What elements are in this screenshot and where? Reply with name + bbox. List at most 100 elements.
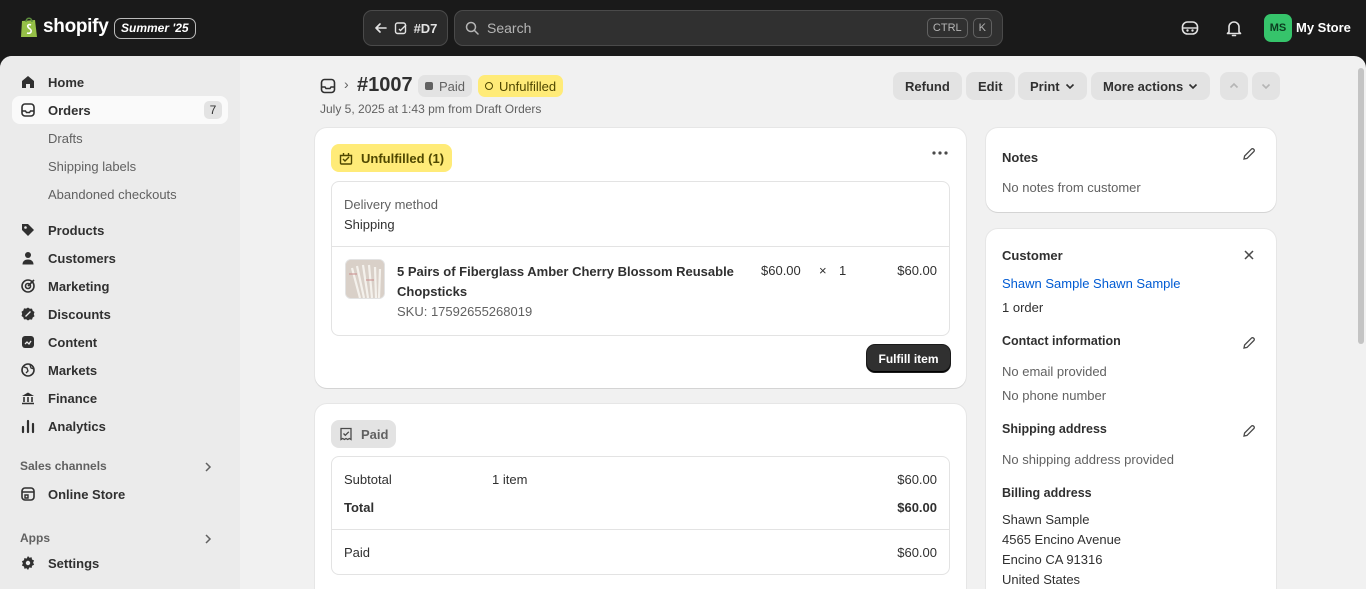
product-title[interactable]: 5 Pairs of Fiberglass Amber Cherry Bloss… — [397, 262, 734, 302]
print-button[interactable]: Print — [1018, 72, 1087, 100]
previous-order-button[interactable] — [1220, 72, 1248, 100]
refund-button[interactable]: Refund — [893, 72, 962, 100]
store-name[interactable]: My Store — [1296, 20, 1351, 35]
shipping-address-title: Shipping address — [1002, 422, 1107, 436]
sidebar-item-marketing[interactable]: Marketing — [12, 272, 228, 300]
delivery-method-value: Shipping — [344, 217, 395, 232]
close-icon[interactable] — [1244, 250, 1254, 260]
billing-city: Encino CA 91316 — [1002, 552, 1103, 567]
no-phone: No phone number — [1002, 388, 1107, 403]
sidebar-item-label: Products — [48, 222, 105, 238]
paid-status-badge: Paid — [418, 75, 473, 97]
line-total: $60.00 — [897, 263, 937, 278]
customer-name-link[interactable]: Shawn Sample Shawn Sample — [1002, 276, 1181, 291]
sidebar-subitem-drafts[interactable]: Drafts — [48, 131, 83, 146]
shopify-logo[interactable]: shopify — [20, 16, 109, 38]
payment-status-label: Paid — [361, 426, 389, 442]
payment-summary: Subtotal 1 item $60.00 Total $60.00 Paid… — [331, 456, 950, 575]
sidekick-icon[interactable] — [1180, 18, 1200, 38]
sidebar-item-customers[interactable]: Customers — [12, 244, 228, 272]
home-icon — [20, 74, 36, 90]
orders-inbox-icon[interactable] — [320, 78, 336, 94]
chevron-down-icon — [1261, 83, 1271, 90]
more-options-icon[interactable] — [932, 150, 948, 156]
tag-icon — [20, 222, 36, 238]
unfulfilled-status-tag: Unfulfilled (1) — [331, 144, 453, 172]
nav-pill-label: #D7 — [413, 20, 438, 36]
target-icon — [20, 278, 36, 294]
person-icon — [20, 250, 36, 266]
sidebar-item-label: Content — [48, 334, 98, 350]
fulfill-item-button[interactable]: Fulfill item — [867, 345, 950, 372]
sidebar-item-markets[interactable]: Markets — [12, 356, 228, 384]
customer-title: Customer — [1002, 248, 1063, 263]
sidebar-item-discounts[interactable]: Discounts — [12, 300, 228, 328]
notes-title: Notes — [1002, 150, 1039, 165]
fulfillment-status-label: Unfulfilled (1) — [361, 150, 445, 166]
sidebar-item-label: Settings — [48, 555, 100, 571]
content-icon — [20, 334, 36, 350]
fulfillment-card: Unfulfilled (1) Delivery method Shipping… — [315, 128, 966, 388]
more-actions-label: More actions — [1103, 78, 1184, 94]
sidebar-item-label: Analytics — [48, 418, 106, 434]
product-title-line1: 5 Pairs of Fiberglass Amber Cherry Bloss… — [397, 264, 734, 279]
shopify-bag-icon — [21, 17, 37, 37]
search-input[interactable]: Search CTRL K — [454, 10, 1003, 46]
edit-button[interactable]: Edit — [966, 72, 1015, 100]
pencil-icon[interactable] — [1242, 424, 1256, 438]
bell-icon[interactable] — [1224, 18, 1244, 38]
delivery-method-label: Delivery method — [344, 197, 438, 212]
product-sku: SKU: 17592655268019 — [397, 304, 533, 319]
paid-badge-label: Paid — [439, 78, 466, 94]
no-email: No email provided — [1002, 364, 1107, 379]
orders-count-badge: 7 — [204, 101, 222, 119]
sidebar-item-content[interactable]: Content — [12, 328, 228, 356]
notes-body: No notes from customer — [1002, 180, 1141, 195]
scrollbar[interactable] — [1356, 56, 1366, 589]
sidebar-item-orders[interactable]: Orders 7 — [12, 96, 228, 124]
sidebar: Home Orders 7 Drafts Shipping labels Aba… — [0, 56, 240, 589]
sidebar-subitem-abandoned-checkouts[interactable]: Abandoned checkouts — [48, 187, 177, 202]
more-actions-button[interactable]: More actions — [1091, 72, 1211, 100]
sidebar-item-online-store[interactable]: Online Store — [12, 480, 228, 508]
shortcut-k-key: K — [972, 18, 992, 38]
next-order-button[interactable] — [1252, 72, 1280, 100]
apps-heading[interactable]: Apps — [20, 531, 50, 545]
product-thumbnail[interactable] — [345, 259, 385, 299]
sidebar-item-settings[interactable]: Settings — [12, 549, 228, 577]
edition-badge[interactable]: Summer '25 — [114, 18, 196, 39]
inbox-icon — [20, 102, 36, 118]
paid-value: $60.00 — [897, 545, 937, 560]
sidebar-subitem-shipping-labels[interactable]: Shipping labels — [48, 159, 136, 174]
sidebar-item-label: Finance — [48, 390, 98, 406]
print-label: Print — [1030, 78, 1060, 94]
contact-info-title: Contact information — [1002, 334, 1121, 348]
store-avatar[interactable]: MS — [1264, 14, 1292, 42]
bank-icon — [20, 390, 36, 406]
sidebar-item-finance[interactable]: Finance — [12, 384, 228, 412]
main-frame: Home Orders 7 Drafts Shipping labels Aba… — [0, 56, 1366, 589]
quantity: 1 — [839, 263, 847, 278]
payment-card: Paid Subtotal 1 item $60.00 Total $60.00… — [315, 404, 966, 589]
scrollbar-thumb[interactable] — [1358, 68, 1364, 344]
back-to-draft-button[interactable]: #D7 — [363, 10, 448, 46]
total-value: $60.00 — [897, 500, 937, 515]
unit-price: $60.00 — [761, 263, 801, 278]
paid-dot-icon — [425, 82, 433, 90]
pencil-icon[interactable] — [1242, 147, 1256, 161]
sidebar-item-label: Customers — [48, 250, 116, 266]
pencil-icon[interactable] — [1242, 336, 1256, 350]
breadcrumb-separator: › — [344, 76, 349, 92]
discount-icon — [20, 306, 36, 322]
chevron-right-icon[interactable] — [203, 534, 213, 544]
unfulfilled-dot-icon — [485, 82, 493, 90]
sidebar-item-label: Online Store — [48, 486, 126, 502]
sales-channels-heading[interactable]: Sales channels — [20, 459, 107, 473]
sidebar-item-analytics[interactable]: Analytics — [12, 412, 228, 440]
package-icon — [339, 153, 353, 165]
sidebar-item-products[interactable]: Products — [12, 216, 228, 244]
sidebar-item-label: Marketing — [48, 278, 110, 294]
chevron-right-icon[interactable] — [203, 462, 213, 472]
sidebar-item-home[interactable]: Home — [12, 68, 228, 96]
search-icon — [465, 21, 479, 35]
